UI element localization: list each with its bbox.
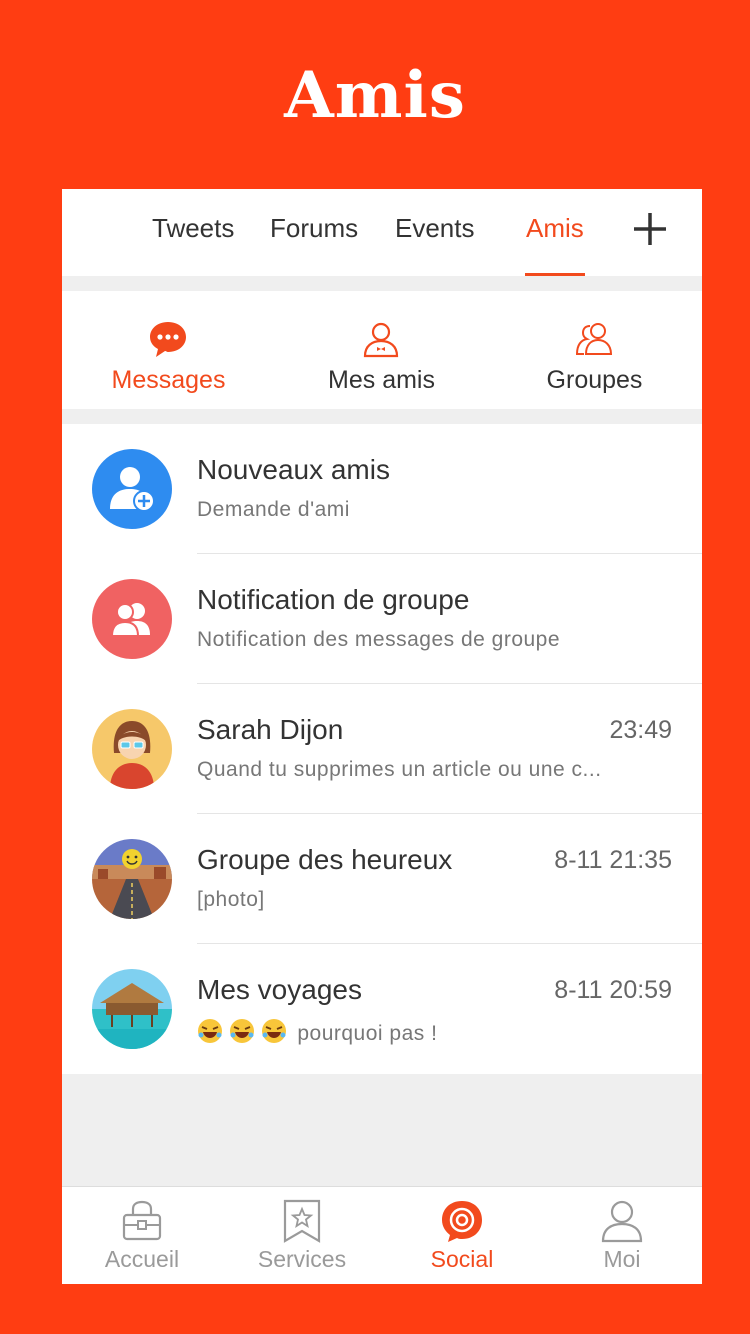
list-item-sarah-dijon[interactable]: Sarah Dijon 23:49 Quand tu supprimes un … xyxy=(62,684,702,814)
segment-control: Messages Mes amis Groupes xyxy=(62,291,702,409)
message-time: 23:49 xyxy=(609,716,672,744)
segment-groupes[interactable]: Groupes xyxy=(488,291,701,409)
top-navigation: Tweets Forums Events Amis xyxy=(62,189,702,276)
app-screen: Tweets Forums Events Amis Messages Mes a… xyxy=(62,189,702,1284)
message-preview: pourquoi pas ! xyxy=(297,1022,438,1045)
tab-amis[interactable]: Amis xyxy=(526,213,584,244)
tab-label: Services xyxy=(257,1246,347,1272)
segment-label: Messages xyxy=(111,366,226,394)
message-preview: Demande d'ami xyxy=(197,498,350,521)
contact-name: Sarah Dijon xyxy=(197,714,344,745)
tab-social[interactable]: Social xyxy=(382,1187,542,1284)
plus-icon[interactable] xyxy=(630,209,670,249)
message-preview-wrapper: pourquoi pas ! xyxy=(197,1018,437,1046)
list-item-mes-voyages[interactable]: Mes voyages 8-11 20:59 pourquoi pas ! xyxy=(62,944,702,1074)
page-title: Amis xyxy=(284,58,466,133)
tab-tweets[interactable]: Tweets xyxy=(152,213,234,244)
message-time: 8-11 21:35 xyxy=(554,846,672,874)
message-preview: Notification des messages de groupe xyxy=(197,628,561,651)
add-friend-icon xyxy=(92,449,172,529)
laughing-emoji-icon xyxy=(198,1019,286,1043)
tab-label: Moi xyxy=(603,1246,641,1272)
segment-label: Mes amis xyxy=(328,366,435,394)
segment-mes-amis[interactable]: Mes amis xyxy=(275,291,488,409)
contact-name: Notification de groupe xyxy=(197,584,470,615)
message-preview: Quand tu supprimes un article ou une c..… xyxy=(197,758,602,781)
segment-messages[interactable]: Messages xyxy=(62,291,275,409)
group-notification-icon xyxy=(92,579,172,659)
message-preview: [photo] xyxy=(197,888,265,911)
person-icon xyxy=(601,1200,643,1243)
tab-events[interactable]: Events xyxy=(395,213,475,244)
list-item-nouveaux-amis[interactable]: Nouveaux amis Demande d'ami xyxy=(62,424,702,554)
contact-name: Groupe des heureux xyxy=(197,844,453,875)
user-icon xyxy=(363,322,399,358)
contact-name: Nouveaux amis xyxy=(197,454,390,485)
tab-label: Social xyxy=(430,1246,494,1272)
contact-name: Mes voyages xyxy=(197,974,362,1005)
chat-bubble-icon xyxy=(150,322,186,357)
shopping-bag-icon xyxy=(122,1200,162,1241)
list-item-notification-groupe[interactable]: Notification de groupe Notification des … xyxy=(62,554,702,684)
active-tab-indicator xyxy=(525,273,585,276)
tab-label: Accueil xyxy=(104,1246,180,1272)
bookmark-star-icon xyxy=(283,1199,321,1243)
desert-road-smiley-avatar xyxy=(92,839,172,919)
tab-accueil[interactable]: Accueil xyxy=(62,1187,222,1284)
bottom-tab-bar: Accueil Services Social Moi xyxy=(62,1186,702,1284)
group-icon xyxy=(575,323,613,355)
tropical-bungalow-avatar xyxy=(92,969,172,1049)
segment-label: Groupes xyxy=(546,366,643,394)
woman-avatar xyxy=(92,709,172,789)
tab-forums[interactable]: Forums xyxy=(270,213,358,244)
conversation-list: Nouveaux amis Demande d'ami Notification… xyxy=(62,424,702,1074)
tab-services[interactable]: Services xyxy=(222,1187,382,1284)
message-time: 8-11 20:59 xyxy=(554,976,672,1004)
tab-moi[interactable]: Moi xyxy=(542,1187,702,1284)
list-item-groupe-heureux[interactable]: Groupe des heureux 8-11 21:35 [photo] xyxy=(62,814,702,944)
social-target-icon xyxy=(442,1201,482,1242)
